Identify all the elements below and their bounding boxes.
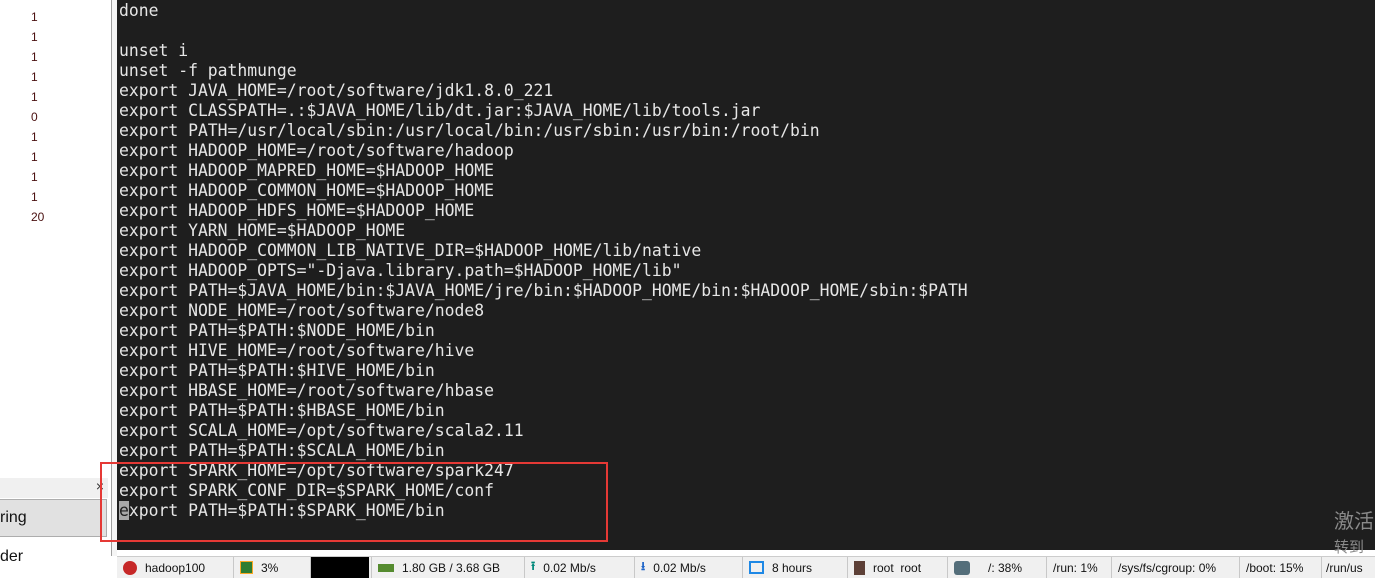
uptime-label: 8 hours <box>772 560 813 575</box>
user-icon <box>854 560 865 575</box>
status-disk-boot: /boot: 15% <box>1240 557 1322 578</box>
terminal-line: export NODE_HOME=/root/software/node8 <box>119 301 485 320</box>
row-number: 1 <box>31 70 38 84</box>
terminal-line: export HADOOP_MAPRED_HOME=$HADOOP_HOME <box>119 161 494 180</box>
download-label: 0.02 Mb/s <box>653 560 706 575</box>
row-number: 1 <box>31 50 38 64</box>
disk-boot-label: /boot: 15% <box>1246 560 1304 575</box>
status-disk-run: /run: 1% <box>1047 557 1112 578</box>
highlight-box <box>100 462 608 542</box>
status-host: hadoop100 <box>117 557 234 578</box>
terminal-line: unset i <box>119 41 189 60</box>
cpu-label: 3% <box>261 560 279 575</box>
activation-watermark-sub: 转到 <box>1334 539 1365 556</box>
terminal-line: export HADOOP_COMMON_LIB_NATIVE_DIR=$HAD… <box>119 241 702 260</box>
terminal-line: export HADOOP_HOME=/root/software/hadoop <box>119 141 514 160</box>
cpu-graph <box>311 557 372 578</box>
status-download: ⭳ 0.02 Mb/s <box>635 557 743 578</box>
status-disk-run-user: /run/us <box>1322 557 1375 578</box>
terminal-line: export SCALA_HOME=/opt/software/scala2.1… <box>119 421 524 440</box>
status-uptime: 8 hours <box>743 557 848 578</box>
row-number: 1 <box>31 170 38 184</box>
row-number: 1 <box>31 30 38 44</box>
status-memory: 1.80 GB / 3.68 GB <box>372 557 525 578</box>
terminal-line: export HBASE_HOME=/root/software/hbase <box>119 381 494 400</box>
row-number: 1 <box>31 90 38 104</box>
download-icon: ⭳ <box>641 559 646 573</box>
terminal-line: export HADOOP_COMMON_HOME=$HADOOP_HOME <box>119 181 494 200</box>
disk-run-user-label: /run/us <box>1326 560 1363 575</box>
terminal-line: export PATH=$JAVA_HOME/bin:$JAVA_HOME/jr… <box>119 281 968 300</box>
redhat-icon <box>123 560 137 575</box>
status-disk-cgroup: /sys/fs/cgroup: 0% <box>1112 557 1240 578</box>
status-cpu: 3% <box>234 557 311 578</box>
row-number: 20 <box>31 210 45 224</box>
ring-button[interactable]: ring <box>0 499 107 537</box>
row-number: 0 <box>31 110 38 124</box>
row-number: 1 <box>31 10 38 24</box>
row-number: 1 <box>31 190 38 204</box>
disk-run-label: /run: 1% <box>1053 560 1098 575</box>
host-label: hadoop100 <box>145 560 206 575</box>
user-label: root root <box>873 560 922 575</box>
left-pane: 1 1 1 1 1 0 1 1 1 1 20 × ring der <box>0 0 112 565</box>
cpu-icon <box>240 561 253 574</box>
terminal-line: export PATH=$PATH:$NODE_HOME/bin <box>119 321 435 340</box>
status-upload: ⭱ 0.02 Mb/s <box>525 557 635 578</box>
disk-root-label: /: 38% <box>988 560 1023 575</box>
disk-icon <box>954 560 970 575</box>
terminal-line: export HADOOP_HDFS_HOME=$HADOOP_HOME <box>119 201 475 220</box>
terminal-line: export CLASSPATH=.:$JAVA_HOME/lib/dt.jar… <box>119 101 761 120</box>
memory-icon <box>378 563 394 572</box>
activation-watermark: 激活 <box>1334 511 1374 533</box>
upload-icon: ⭱ <box>531 559 536 573</box>
terminal-line: export PATH=$PATH:$HIVE_HOME/bin <box>119 361 435 380</box>
terminal-line: unset -f pathmunge <box>119 61 297 80</box>
panel-header: × <box>0 478 108 498</box>
upload-label: 0.02 Mb/s <box>543 560 596 575</box>
terminal-line: export HADOOP_OPTS="-Djava.library.path=… <box>119 261 682 280</box>
terminal-line: export PATH=$PATH:$HBASE_HOME/bin <box>119 401 445 420</box>
der-item[interactable]: der <box>0 548 23 566</box>
clock-monitor-icon <box>749 561 764 574</box>
terminal-line: export JAVA_HOME=/root/software/jdk1.8.0… <box>119 81 554 100</box>
memory-label: 1.80 GB / 3.68 GB <box>402 560 501 575</box>
status-user: root root <box>848 557 948 578</box>
row-number: 1 <box>31 130 38 144</box>
status-bar: hadoop100 3% 1.80 GB / 3.68 GB ⭱ 0.02 Mb/… <box>117 556 1375 578</box>
terminal-line: export PATH=$PATH:$SCALA_HOME/bin <box>119 441 445 460</box>
terminal-line: done <box>119 1 159 20</box>
terminal-line: export PATH=/usr/local/sbin:/usr/local/b… <box>119 121 820 140</box>
terminal-line: export HIVE_HOME=/root/software/hive <box>119 341 475 360</box>
row-number: 1 <box>31 150 38 164</box>
disk-cgroup-label: /sys/fs/cgroup: 0% <box>1118 560 1217 575</box>
status-disk-root: /: 38% <box>948 557 1047 578</box>
terminal-line: export YARN_HOME=$HADOOP_HOME <box>119 221 406 240</box>
